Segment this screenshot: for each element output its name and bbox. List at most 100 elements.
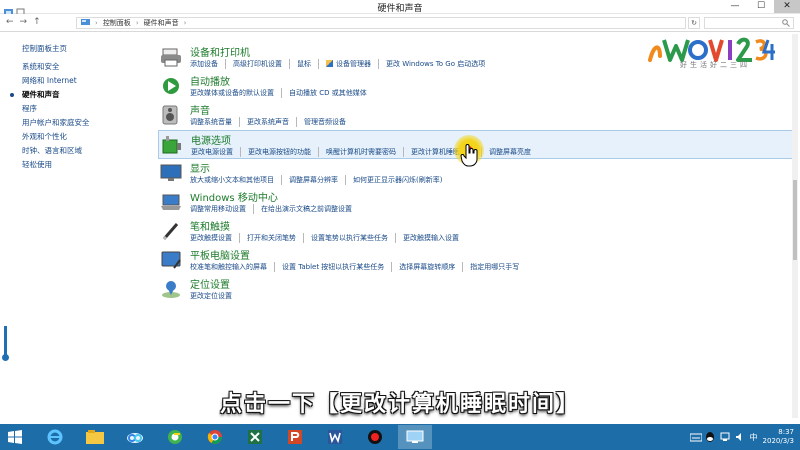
category-title[interactable]: 平板电脑设置 [190,247,250,262]
taskbar: 中 8:37 2020/3/3 [0,424,800,450]
clock[interactable]: 8:37 2020/3/3 [763,428,794,446]
sidebar-item-user-accounts[interactable]: 用户帐户和家庭安全 [22,116,142,130]
breadcrumb-separator: › [95,19,98,27]
sidebar-item-hardware-sound[interactable]: 硬件和声音 [10,88,142,102]
refresh-button[interactable]: ↻ [688,17,700,29]
qq-icon[interactable] [705,432,715,442]
link-adjust-volume[interactable]: 调整系统音量 [190,117,239,127]
category-mobility-center: Windows 移动中心 调整常用移动设置 在给出演示文稿之前调整设置 [158,188,794,217]
speaker-icon [162,105,178,125]
up-button[interactable]: ↑ [33,17,41,27]
volume-icon[interactable] [735,432,745,442]
link-mobility-settings[interactable]: 调整常用移动设置 [190,204,253,214]
link-mouse[interactable]: 鼠标 [289,59,318,69]
link-device-manager[interactable]: 设备管理器 [318,59,378,69]
link-text-size[interactable]: 放大或缩小文本和其他项目 [190,175,281,185]
link-advanced-printer[interactable]: 高级打印机设置 [225,59,289,69]
nav-buttons: ← → ↑ [6,17,41,27]
remote-desktop-icon[interactable] [398,425,432,449]
category-title[interactable]: 设备和打印机 [190,44,250,59]
link-autoplay-cd[interactable]: 自动播放 CD 或其他媒体 [281,88,374,98]
link-device-manager-label: 设备管理器 [336,60,371,68]
link-touch-input[interactable]: 更改触摸输入设置 [395,233,466,243]
title-bar: 硬件和声音 — ☐ ✕ [0,0,800,17]
category-title[interactable]: 笔和触摸 [190,218,230,233]
video-subtitle: 点击一下【更改计算机睡眠时间】 [219,392,580,417]
sidebar-item-ease-of-access[interactable]: 轻松使用 [22,158,142,172]
hand-cursor-icon [460,144,478,167]
location-icon [162,281,180,298]
close-button[interactable]: ✕ [774,0,800,13]
category-title[interactable]: 自动播放 [190,73,230,88]
link-handedness[interactable]: 指定用哪只手写 [462,262,526,272]
link-windows-to-go[interactable]: 更改 Windows To Go 启动选项 [378,59,492,69]
link-tablet-buttons[interactable]: 设置 Tablet 按钮以执行某些任务 [274,262,391,272]
sidebar-home[interactable]: 控制面板主页 [22,42,142,56]
chrome-icon[interactable] [198,425,232,449]
mobility-center-icon [161,194,181,210]
link-require-password-wake[interactable]: 唤醒计算机时需要密码 [318,147,403,157]
search-input[interactable] [704,17,794,29]
link-add-device[interactable]: 添加设备 [190,59,225,69]
start-button[interactable] [8,430,22,444]
category-title[interactable]: 显示 [190,160,210,175]
link-presentation-settings[interactable]: 在给出演示文稿之前调整设置 [253,204,359,214]
powerpoint-icon[interactable] [278,425,312,449]
category-list: 设备和打印机 添加设备 高级打印机设置 鼠标 设备管理器 更改 Windows … [158,43,794,304]
keyboard-icon[interactable] [689,432,703,442]
link-calibrate-screen[interactable]: 校准笔和触控输入的屏幕 [190,262,274,272]
link-flicks-tasks[interactable]: 设置笔势以执行某些任务 [303,233,395,243]
taskbar-apps [38,425,432,449]
link-power-button-function[interactable]: 更改电源按钮的功能 [240,147,318,157]
category-links: 调整系统音量 更改系统声音 管理音频设备 [190,117,353,127]
link-rotation-order[interactable]: 选择屏幕旋转顺序 [391,262,462,272]
breadcrumb[interactable]: › 控制面板 › 硬件和声音 › [76,17,686,29]
link-touch-settings[interactable]: 更改触摸设置 [190,233,239,243]
word-icon[interactable] [318,425,352,449]
vertical-scrollbar-thumb[interactable] [793,180,797,260]
360-browser-icon[interactable] [158,425,192,449]
sidebar-item-system-security[interactable]: 系统和安全 [22,60,142,74]
left-edge-slider-handle[interactable] [2,354,9,361]
category-links: 调整常用移动设置 在给出演示文稿之前调整设置 [190,204,359,214]
link-change-media-defaults[interactable]: 更改媒体或设备的默认设置 [190,88,281,98]
link-flicks-toggle[interactable]: 打开和关闭笔势 [239,233,303,243]
category-links: 更改定位设置 [190,291,239,301]
back-button[interactable]: ← [6,17,14,27]
folder-icon [81,18,90,28]
baidu-netdisk-icon[interactable] [118,425,152,449]
breadcrumb-hardware-sound[interactable]: 硬件和声音 [144,18,179,28]
link-manage-audio[interactable]: 管理音频设备 [296,117,353,127]
autoplay-icon [163,78,179,94]
network-icon[interactable] [720,432,730,442]
category-links: 放大或缩小文本和其他项目 调整屏幕分辨率 如何更正显示器闪烁(刷新率) [190,175,449,185]
ie-icon[interactable] [38,425,72,449]
pen-icon [162,223,179,241]
system-tray: 中 8:37 2020/3/3 [689,426,794,448]
category-pen-touch: 笔和触摸 更改触摸设置 打开和关闭笔势 设置笔势以执行某些任务 更改触摸输入设置 [158,217,794,246]
sidebar-item-network[interactable]: 网络和 Internet [22,74,142,88]
sidebar-item-programs[interactable]: 程序 [22,102,142,116]
forward-button[interactable]: → [20,17,28,27]
category-title[interactable]: 定位设置 [190,276,230,291]
sidebar-item-appearance[interactable]: 外观和个性化 [22,130,142,144]
file-explorer-icon[interactable] [78,425,112,449]
breadcrumb-control-panel[interactable]: 控制面板 [103,18,131,28]
link-change-location[interactable]: 更改定位设置 [190,291,239,301]
link-adjust-brightness[interactable]: 调整屏幕亮度 [481,147,538,157]
category-title[interactable]: 声音 [190,102,210,117]
link-change-power-settings[interactable]: 更改电源设置 [191,147,240,157]
sidebar-item-clock-region[interactable]: 时钟、语言和区域 [22,144,142,158]
category-links: 更改媒体或设备的默认设置 自动播放 CD 或其他媒体 [190,88,374,98]
link-refresh-rate[interactable]: 如何更正显示器闪烁(刷新率) [345,175,449,185]
screen-recorder-icon[interactable] [358,425,392,449]
category-links: 更改电源设置 更改电源按钮的功能 唤醒计算机时需要密码 更改计算机睡眠时间 调整… [191,147,538,157]
maximize-button[interactable]: ☐ [748,0,774,13]
minimize-button[interactable]: — [722,0,748,13]
input-language[interactable]: 中 [750,432,758,443]
link-resolution[interactable]: 调整屏幕分辨率 [281,175,345,185]
link-change-sounds[interactable]: 更改系统声音 [239,117,296,127]
excel-icon[interactable] [238,425,272,449]
category-title[interactable]: 电源选项 [191,132,231,147]
category-title[interactable]: Windows 移动中心 [190,189,278,204]
